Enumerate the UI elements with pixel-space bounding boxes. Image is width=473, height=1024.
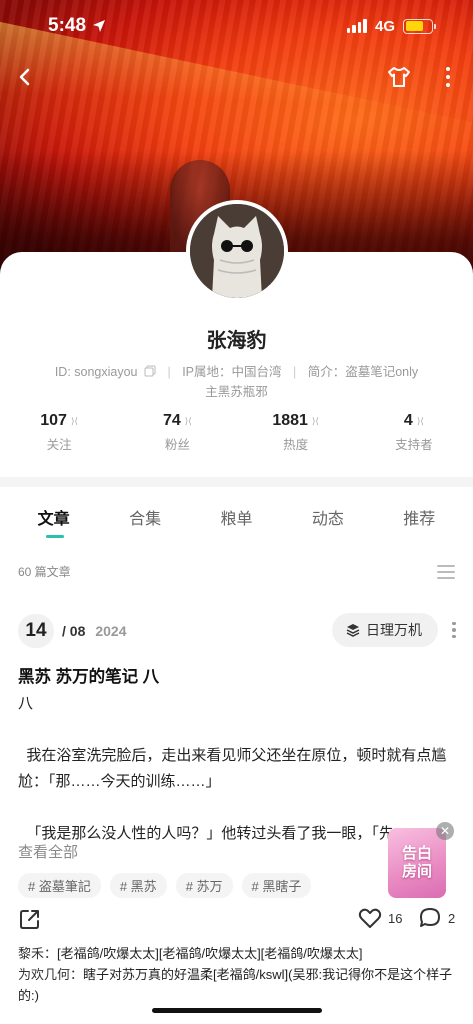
post-more-button[interactable] (448, 619, 460, 641)
stat-number: 1881 (272, 412, 308, 429)
tab-collections[interactable]: 合集 (110, 505, 180, 529)
post-header: 14 / 08 2024 日理万机 (18, 613, 461, 649)
stat-label: 粉丝 (164, 438, 190, 452)
tag[interactable]: # 苏万 (175, 873, 233, 898)
wing-icon: ⟩⟨ (70, 415, 78, 426)
profile-name: 张海豹 (206, 330, 267, 352)
share-icon (20, 910, 39, 929)
tab-articles[interactable]: 文章 (19, 505, 89, 538)
post-actions: 16 2 (18, 907, 458, 933)
promo-text: 房间 (401, 863, 432, 880)
post-month: / 08 (62, 623, 86, 639)
profile-meta: ID: songxiayou | IP属地：中国台湾 | 简介：盗墓笔记only… (54, 365, 419, 399)
cellular-signal-icon (346, 19, 367, 33)
tag[interactable]: # 黑苏 (109, 873, 167, 898)
stat-followers[interactable]: 74 ⟩⟨ 粉丝 (118, 412, 236, 453)
close-icon[interactable]: ✕ (436, 822, 454, 840)
stat-following[interactable]: 107 ⟩⟨ 关注 (0, 412, 118, 453)
comment-count: 2 (448, 910, 456, 926)
layers-icon (346, 624, 360, 637)
tshirt-icon (388, 67, 410, 87)
list-view-icon[interactable] (437, 564, 455, 579)
wing-icon: ⟩⟨ (184, 415, 192, 426)
copy-icon[interactable] (144, 365, 156, 377)
comment-author: 为欢几何： (18, 967, 84, 982)
tab-bar: 文章 合集 粮单 动态 推荐 (0, 505, 473, 538)
home-indicator[interactable] (152, 1008, 322, 1013)
like-button[interactable]: 16 (358, 907, 402, 929)
stat-popularity[interactable]: 1881 ⟩⟨ 热度 (237, 412, 355, 453)
floating-promo-badge[interactable]: 告白 房间 (388, 828, 446, 898)
stat-number: 4 (403, 412, 413, 429)
stat-label: 热度 (283, 438, 309, 452)
user-id: ID: songxiayou (54, 365, 138, 379)
comment-author: 黎禾： (18, 946, 58, 961)
tag-list: # 盗墓筆記 # 黑苏 # 苏万 # 黑瞎子 (18, 873, 312, 898)
dress-up-button[interactable] (384, 62, 414, 92)
chevron-left-icon (19, 68, 30, 86)
comment-item: 黎禾：[老福鸽/吹爆太太][老福鸽/吹爆太太][老福鸽/吹爆太太] (18, 943, 458, 964)
battery-icon (403, 18, 436, 34)
bio-line-2: 主黑苏瓶邪 (205, 385, 268, 399)
avatar-cat-image (190, 204, 284, 298)
like-count: 16 (388, 910, 403, 926)
status-time: 5:48 (48, 15, 106, 37)
share-button[interactable] (18, 907, 42, 931)
location-arrow-icon (93, 20, 106, 32)
comment-item: 为欢几何：瞎子对苏万真的好温柔[老福鸽/kswl](吴邪:我记得你不是这个样子的… (18, 964, 458, 1006)
comment-preview[interactable]: 黎禾：[老福鸽/吹爆太太][老福鸽/吹爆太太][老福鸽/吹爆太太] 为欢几何：瞎… (18, 943, 458, 1006)
comment-text: 瞎子对苏万真的好温柔[老福鸽/kswl](吴邪:我记得你不是这个样子的:) (18, 967, 453, 1003)
tab-activity[interactable]: 动态 (293, 505, 363, 529)
post-excerpt[interactable]: 八 我在浴室洗完脸后，走出来看见师父还坐在原位，顿时就有点尴尬：「那……今天的训… (18, 691, 448, 847)
wing-icon: ⟩⟨ (311, 415, 319, 426)
heart-icon (358, 908, 382, 928)
stat-label: 关注 (46, 438, 72, 452)
avatar[interactable] (186, 200, 288, 302)
post-year: 2024 (95, 623, 127, 639)
more-options-button[interactable] (436, 62, 460, 92)
stat-number: 107 (40, 412, 67, 429)
stat-supporters[interactable]: 4 ⟩⟨ 支持者 (355, 412, 473, 453)
wing-icon: ⟩⟨ (416, 415, 424, 426)
post-day: 14 (18, 614, 54, 648)
tab-grain-list[interactable]: 粮单 (201, 505, 271, 529)
article-count: 60 篇文章 (18, 565, 71, 579)
profile-stats: 107 ⟩⟨ 关注 74 ⟩⟨ 粉丝 1881 ⟩⟨ 热度 4 ⟩⟨ 支持者 (0, 412, 473, 453)
status-bar: 5:48 4G (0, 0, 473, 52)
back-button[interactable] (12, 62, 42, 92)
tag[interactable]: # 盗墓筆記 (18, 873, 101, 898)
bio: 简介：盗墓笔记only (307, 365, 419, 379)
content-area: 文章 合集 粮单 动态 推荐 60 篇文章 14 / 08 2024 日理万机 … (0, 487, 473, 1024)
comment-icon (420, 908, 440, 927)
view-all-link[interactable]: 查看全部 (18, 841, 78, 862)
comment-button[interactable]: 2 (418, 907, 455, 929)
ip-location: IP属地：中国台湾 (182, 365, 282, 379)
tag[interactable]: # 黑瞎子 (241, 873, 312, 898)
collection-label: 日理万机 (366, 622, 422, 638)
promo-text: 告白 (401, 845, 432, 862)
stat-label: 支持者 (395, 438, 433, 452)
post-title[interactable]: 黑苏 苏万的笔记 八 (18, 663, 159, 687)
stat-number: 74 (162, 412, 181, 429)
tab-recommend[interactable]: 推荐 (384, 505, 454, 529)
collection-chip[interactable]: 日理万机 (332, 613, 438, 647)
clock-text: 5:48 (48, 15, 87, 36)
comment-text: [老福鸽/吹爆太太][老福鸽/吹爆太太][老福鸽/吹爆太太] (57, 946, 363, 961)
network-type: 4G (374, 17, 395, 35)
